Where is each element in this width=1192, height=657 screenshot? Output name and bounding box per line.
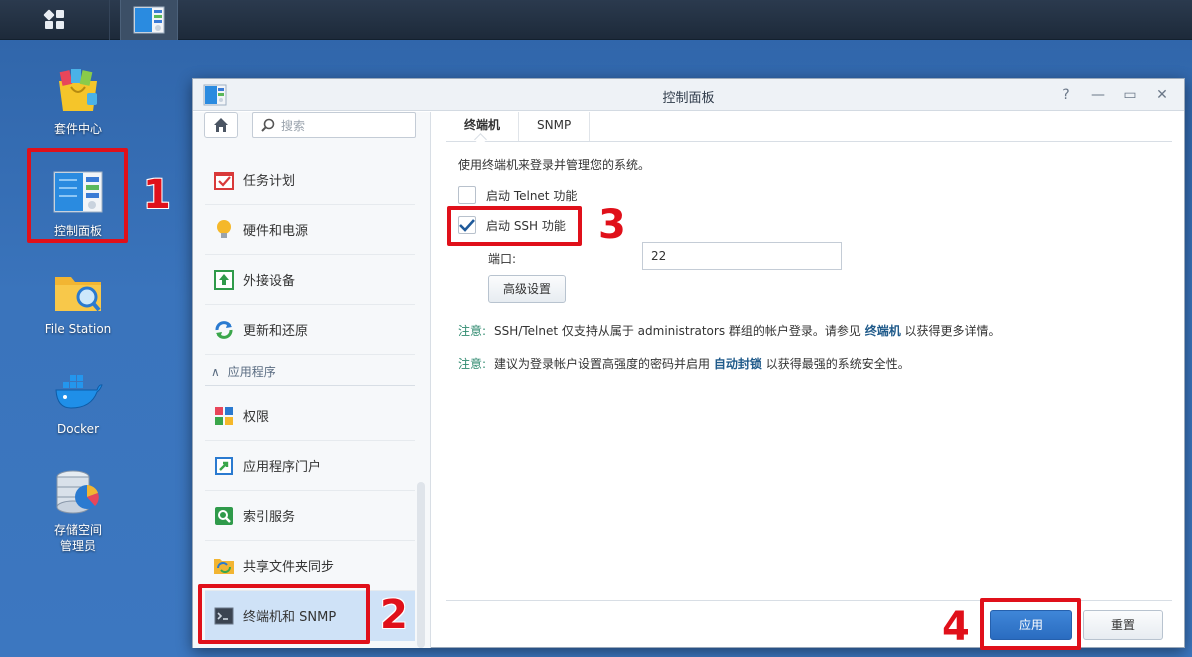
taskbar xyxy=(0,0,1192,40)
sidebar-item-lightbulb[interactable]: 硬件和电源 xyxy=(205,205,415,255)
external-device-icon xyxy=(213,269,235,291)
docker-whale-icon xyxy=(55,375,103,409)
annotation-number-2: 2 xyxy=(380,592,408,638)
control-panel-window: 控制面板 ? — ▭ ✕ 搜索 任务计划硬件和电源外接设备更新和还原 ∧ 应用程序权… xyxy=(192,78,1185,648)
search-icon xyxy=(261,118,275,132)
telnet-option[interactable]: 启动 Telnet 功能 xyxy=(458,186,577,204)
search-placeholder: 搜索 xyxy=(281,118,306,133)
note-text: 建议为登录帐户设置高强度的密码并启用 xyxy=(494,357,714,371)
sidebar-item-external-device[interactable]: 外接设备 xyxy=(205,255,415,305)
desktop-icon-docker[interactable]: Docker xyxy=(28,366,128,436)
home-button[interactable] xyxy=(204,112,238,138)
indexing-icon xyxy=(213,505,235,527)
note-ssh-telnet: 注意: SSH/Telnet 仅支持从属于 administrators 群组的帐… xyxy=(458,322,1001,339)
port-label: 端口: xyxy=(488,252,517,266)
sidebar-item-privileges[interactable]: 权限 xyxy=(205,391,415,441)
sidebar-item-label: 应用程序门户 xyxy=(243,460,322,475)
desktop-icon-storage-manager[interactable]: 存储空间管理员 xyxy=(28,466,128,554)
telnet-label: 启动 Telnet 功能 xyxy=(486,188,578,203)
sidebar-item-label: 索引服务 xyxy=(243,510,296,525)
desktop-icon-label: Docker xyxy=(56,422,100,436)
update-restore-icon xyxy=(213,319,235,341)
note-label: 注意: xyxy=(458,324,487,338)
maximize-icon: ▭ xyxy=(1123,87,1137,103)
minimize-button[interactable]: — xyxy=(1087,85,1109,105)
terminal-help-link[interactable]: 终端机 xyxy=(865,324,901,338)
folder-search-icon xyxy=(55,277,101,312)
package-center-icon xyxy=(59,69,97,111)
home-icon xyxy=(214,118,228,132)
task-scheduler-icon xyxy=(213,169,235,191)
privileges-icon xyxy=(213,405,235,427)
note-password: 注意: 建议为登录帐户设置高强度的密码并启用 自动封锁 以获得最强的系统安全性。 xyxy=(458,355,910,372)
app-portal-icon xyxy=(213,455,235,477)
sidebar-item-label: 外接设备 xyxy=(243,274,296,289)
window-title: 控制面板 xyxy=(662,91,715,106)
tab-snmp[interactable]: SNMP xyxy=(519,112,591,141)
sidebar-scrollbar[interactable] xyxy=(417,482,425,648)
lightbulb-icon xyxy=(213,219,235,241)
advanced-settings-button[interactable]: 高级设置 xyxy=(488,275,566,303)
maximize-button[interactable]: ▭ xyxy=(1119,85,1141,105)
auto-block-link[interactable]: 自动封锁 xyxy=(714,357,762,371)
minimize-icon: — xyxy=(1091,87,1105,103)
reset-button[interactable]: 重置 xyxy=(1083,610,1163,640)
chevron-up-icon: ∧ xyxy=(211,364,220,379)
note-text: SSH/Telnet 仅支持从属于 administrators 群组的帐户登录… xyxy=(494,324,865,338)
sidebar: 搜索 任务计划硬件和电源外接设备更新和还原 ∧ 应用程序权限应用程序门户 索引服务共享… xyxy=(193,112,431,648)
close-icon: ✕ xyxy=(1156,87,1168,103)
annotation-box-4 xyxy=(980,598,1081,650)
main-menu-button[interactable] xyxy=(0,0,110,40)
help-icon: ? xyxy=(1062,87,1070,103)
desktop-icon-label: File Station xyxy=(44,322,112,336)
tab-bar: 终端机 SNMP xyxy=(446,112,1172,142)
sidebar-item-label: 权限 xyxy=(243,410,270,425)
annotation-box-3 xyxy=(447,206,582,246)
tab-terminal[interactable]: 终端机 xyxy=(446,112,520,141)
section-label: 应用程序 xyxy=(227,365,276,379)
desktop-icon-label: 存储空间管理员 xyxy=(53,523,102,553)
section-description: 使用终端机来登录并管理您的系统。 xyxy=(458,158,651,172)
desktop-icon-package-center[interactable]: 套件中心 xyxy=(28,64,128,137)
port-input[interactable]: 22 xyxy=(642,242,842,270)
sidebar-item-label: 硬件和电源 xyxy=(243,224,309,239)
desktop-icon-file-station[interactable]: File Station xyxy=(28,266,128,336)
main-menu-icon xyxy=(43,9,64,29)
telnet-checkbox[interactable] xyxy=(458,186,476,204)
annotation-box-2 xyxy=(198,584,370,644)
annotation-number-1: 1 xyxy=(143,172,171,218)
annotation-number-4: 4 xyxy=(942,604,970,650)
close-button[interactable]: ✕ xyxy=(1151,85,1173,105)
sidebar-item-label: 更新和还原 xyxy=(243,324,309,339)
main-content: 终端机 SNMP 使用终端机来登录并管理您的系统。 启动 Telnet 功能 启… xyxy=(432,112,1184,648)
sidebar-item-update-restore[interactable]: 更新和还原 xyxy=(205,305,415,355)
sidebar-item-indexing[interactable]: 索引服务 xyxy=(205,491,415,541)
sidebar-section-applications[interactable]: ∧ 应用程序 xyxy=(205,358,415,386)
control-panel-icon xyxy=(133,6,165,34)
shared-folder-sync-icon xyxy=(213,555,235,577)
sidebar-item-label: 任务计划 xyxy=(243,174,296,189)
sidebar-item-task-scheduler[interactable]: 任务计划 xyxy=(205,155,415,205)
sidebar-item-app-portal[interactable]: 应用程序门户 xyxy=(205,441,415,491)
sidebar-item-label: 共享文件夹同步 xyxy=(243,560,335,575)
note-tail: 以获得更多详情。 xyxy=(900,324,1001,338)
annotation-number-3: 3 xyxy=(598,202,626,248)
window-titlebar[interactable]: 控制面板 ? — ▭ ✕ xyxy=(193,79,1184,111)
search-input[interactable]: 搜索 xyxy=(252,112,416,138)
note-label: 注意: xyxy=(458,357,487,371)
desktop-icon-label: 套件中心 xyxy=(53,122,102,136)
annotation-box-1 xyxy=(27,148,128,243)
note-tail: 以获得最强的系统安全性。 xyxy=(761,357,910,371)
taskbar-control-panel-button[interactable] xyxy=(120,0,178,40)
storage-manager-icon xyxy=(56,470,99,514)
help-button[interactable]: ? xyxy=(1055,85,1077,105)
